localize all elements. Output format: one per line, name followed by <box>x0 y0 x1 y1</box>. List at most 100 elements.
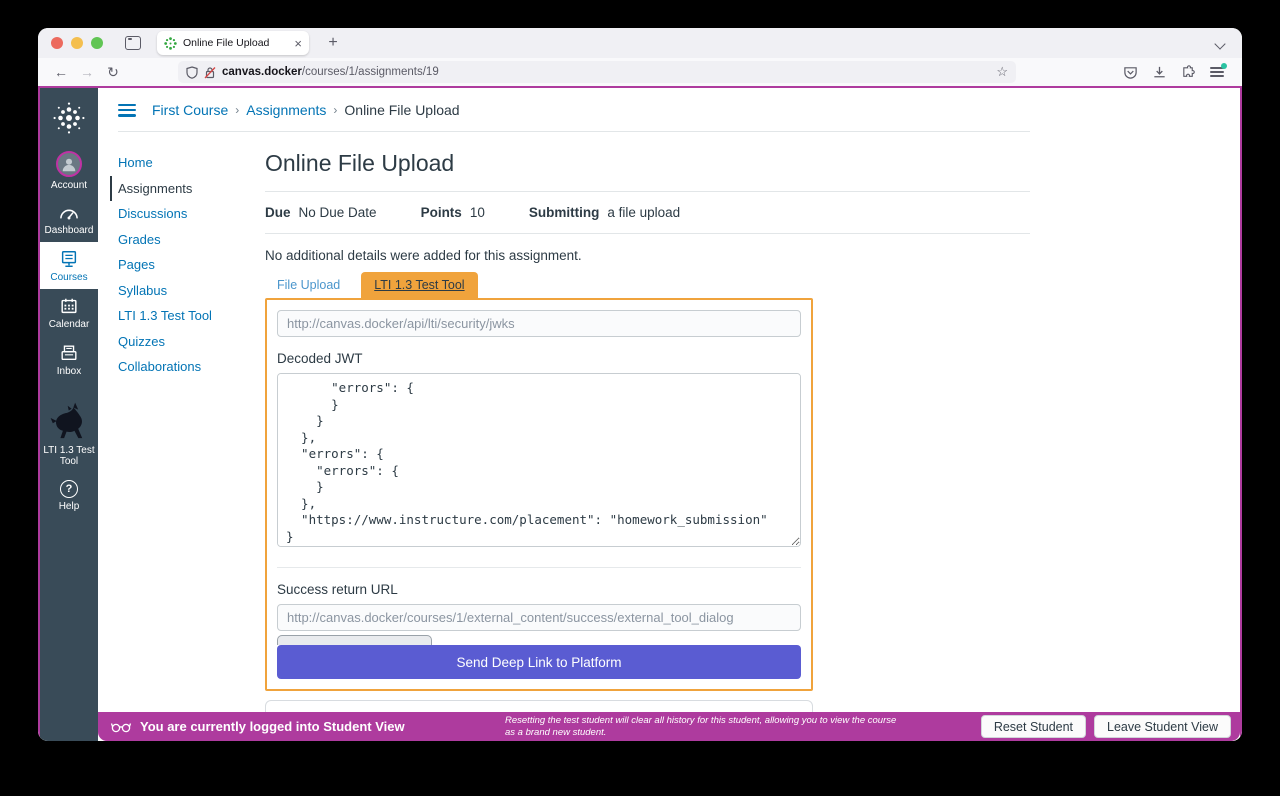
tab-file-upload[interactable]: File Upload <box>265 272 352 298</box>
course-nav-discussions[interactable]: Discussions <box>118 201 265 226</box>
sidebar-item-dashboard[interactable]: Dashboard <box>40 197 98 242</box>
list-tabs-chevron-icon[interactable] <box>1214 38 1225 49</box>
breadcrumb-divider <box>118 131 1030 132</box>
breadcrumb-separator: › <box>235 103 239 117</box>
reset-student-button[interactable]: Reset Student <box>981 715 1086 738</box>
course-menu-hamburger-icon[interactable] <box>118 104 136 117</box>
breadcrumb: First Course › Assignments › Online File… <box>152 102 460 118</box>
forward-button[interactable]: → <box>74 64 100 80</box>
sidebar-item-lti-test-tool[interactable]: LTI 1.3 Test Tool <box>40 393 98 473</box>
meta-due-value: No Due Date <box>299 205 377 220</box>
sidebar-item-help[interactable]: ? Help <box>40 473 98 518</box>
course-nav-lti-test-tool[interactable]: LTI 1.3 Test Tool <box>118 303 265 328</box>
breadcrumb-assignments-link[interactable]: Assignments <box>246 102 326 118</box>
close-window-button[interactable] <box>51 37 63 49</box>
meta-submitting-label: Submitting <box>529 205 600 220</box>
url-host: canvas.docker <box>222 66 302 78</box>
sidebar-item-courses[interactable]: Courses <box>40 242 98 289</box>
decoded-jwt-label: Decoded JWT <box>277 351 801 366</box>
clipped-widget <box>277 635 432 645</box>
url-bar[interactable]: canvas.docker/courses/1/assignments/19 ☆ <box>178 61 1016 83</box>
back-button[interactable]: ← <box>48 64 74 80</box>
zoom-window-button[interactable] <box>91 37 103 49</box>
sidebar-item-label: Help <box>59 501 80 512</box>
global-nav: Account Dashboard Courses <box>40 88 98 741</box>
close-tab-icon[interactable]: × <box>294 37 302 50</box>
bookmark-star-icon[interactable]: ☆ <box>996 64 1008 80</box>
meta-submitting-value: a file upload <box>607 205 680 220</box>
leave-student-view-button[interactable]: Leave Student View <box>1094 715 1231 738</box>
url-path: /courses/1/assignments/19 <box>302 66 439 78</box>
sidebar-item-label: Courses <box>50 272 87 283</box>
canvas-logo-icon[interactable] <box>51 100 87 136</box>
submission-tabs: File Upload LTI 1.3 Test Tool <box>265 272 1030 298</box>
panel-divider <box>277 567 801 568</box>
firefox-view-icon[interactable] <box>125 36 141 50</box>
browser-tab-bar: Online File Upload × + <box>38 28 1242 58</box>
shield-icon[interactable] <box>186 66 198 79</box>
browser-tab[interactable]: Online File Upload × <box>157 31 309 55</box>
course-nav-assignments[interactable]: Assignments <box>110 176 265 201</box>
courses-icon <box>59 249 79 269</box>
downloads-icon[interactable] <box>1152 65 1167 80</box>
avatar <box>56 151 82 177</box>
student-view-glasses-icon <box>110 720 132 734</box>
lti-tool-panel: Decoded JWT "errors": { } } }, "errors":… <box>265 298 813 691</box>
window-controls[interactable] <box>51 37 103 49</box>
browser-window: Online File Upload × + ← → ↻ canvas.dock… <box>38 28 1242 741</box>
page-title: Online File Upload <box>265 150 1030 177</box>
minimize-window-button[interactable] <box>71 37 83 49</box>
sidebar-item-label: Account <box>51 180 87 191</box>
course-nav-collaborations[interactable]: Collaborations <box>118 354 265 379</box>
course-nav-quizzes[interactable]: Quizzes <box>118 329 265 354</box>
breadcrumb-current: Online File Upload <box>344 102 459 118</box>
course-nav-pages[interactable]: Pages <box>118 252 265 277</box>
send-deep-link-button[interactable]: Send Deep Link to Platform <box>277 645 801 679</box>
url-text: canvas.docker/courses/1/assignments/19 <box>222 66 439 78</box>
sidebar-item-calendar[interactable]: Calendar <box>40 289 98 336</box>
main-area: First Course › Assignments › Online File… <box>98 88 1240 741</box>
assignment-meta: Due No Due Date Points 10 Submitting a f… <box>265 192 1030 233</box>
canvas-favicon-icon <box>164 37 177 50</box>
sidebar-item-label: Inbox <box>57 366 81 377</box>
success-return-url-label: Success return URL <box>277 582 801 597</box>
assignment-content: Online File Upload Due No Due Date Point… <box>265 138 1030 741</box>
sidebar-item-label: LTI 1.3 Test Tool <box>40 445 98 467</box>
sidebar-item-account[interactable]: Account <box>40 144 98 197</box>
sidebar-item-label: Calendar <box>49 319 90 330</box>
tab-lti-test-tool[interactable]: LTI 1.3 Test Tool <box>361 272 477 298</box>
course-nav-grades[interactable]: Grades <box>118 227 265 252</box>
details-note: No additional details were added for thi… <box>265 248 1030 263</box>
meta-divider <box>265 233 1030 234</box>
jwks-url-input[interactable] <box>277 310 801 337</box>
student-view-bar: You are currently logged into Student Vi… <box>98 712 1240 741</box>
app-menu-icon[interactable] <box>1210 67 1224 77</box>
reload-button[interactable]: ↻ <box>100 64 126 81</box>
inbox-icon <box>59 343 79 363</box>
success-return-url-input[interactable] <box>277 604 801 631</box>
help-icon: ? <box>60 480 78 498</box>
toolbar-icons <box>1123 65 1224 80</box>
decoded-jwt-textarea[interactable]: "errors": { } } }, "errors": { "errors":… <box>277 373 801 547</box>
insecure-lock-icon[interactable] <box>204 66 216 79</box>
student-view-message: You are currently logged into Student Vi… <box>140 719 405 734</box>
student-view-note: Resetting the test student will clear al… <box>505 715 903 738</box>
meta-points-value: 10 <box>470 205 485 220</box>
new-tab-button[interactable]: + <box>321 31 345 55</box>
canvas-page: Account Dashboard Courses <box>38 86 1242 741</box>
breadcrumb-course-link[interactable]: First Course <box>152 102 228 118</box>
course-nav-home[interactable]: Home <box>118 150 265 175</box>
calendar-icon <box>59 296 79 316</box>
tab-title: Online File Upload <box>183 37 288 49</box>
meta-points-label: Points <box>421 205 462 220</box>
sidebar-item-label: Dashboard <box>45 225 94 236</box>
pocket-icon[interactable] <box>1123 65 1138 80</box>
course-nav: Home Assignments Discussions Grades Page… <box>118 138 265 741</box>
meta-due-label: Due <box>265 205 291 220</box>
breadcrumb-separator: › <box>333 103 337 117</box>
course-nav-syllabus[interactable]: Syllabus <box>118 278 265 303</box>
extensions-icon[interactable] <box>1181 65 1196 80</box>
sidebar-item-inbox[interactable]: Inbox <box>40 336 98 383</box>
unicorn-icon <box>48 400 90 442</box>
browser-toolbar: ← → ↻ canvas.docker/courses/1/assignment… <box>38 58 1242 86</box>
